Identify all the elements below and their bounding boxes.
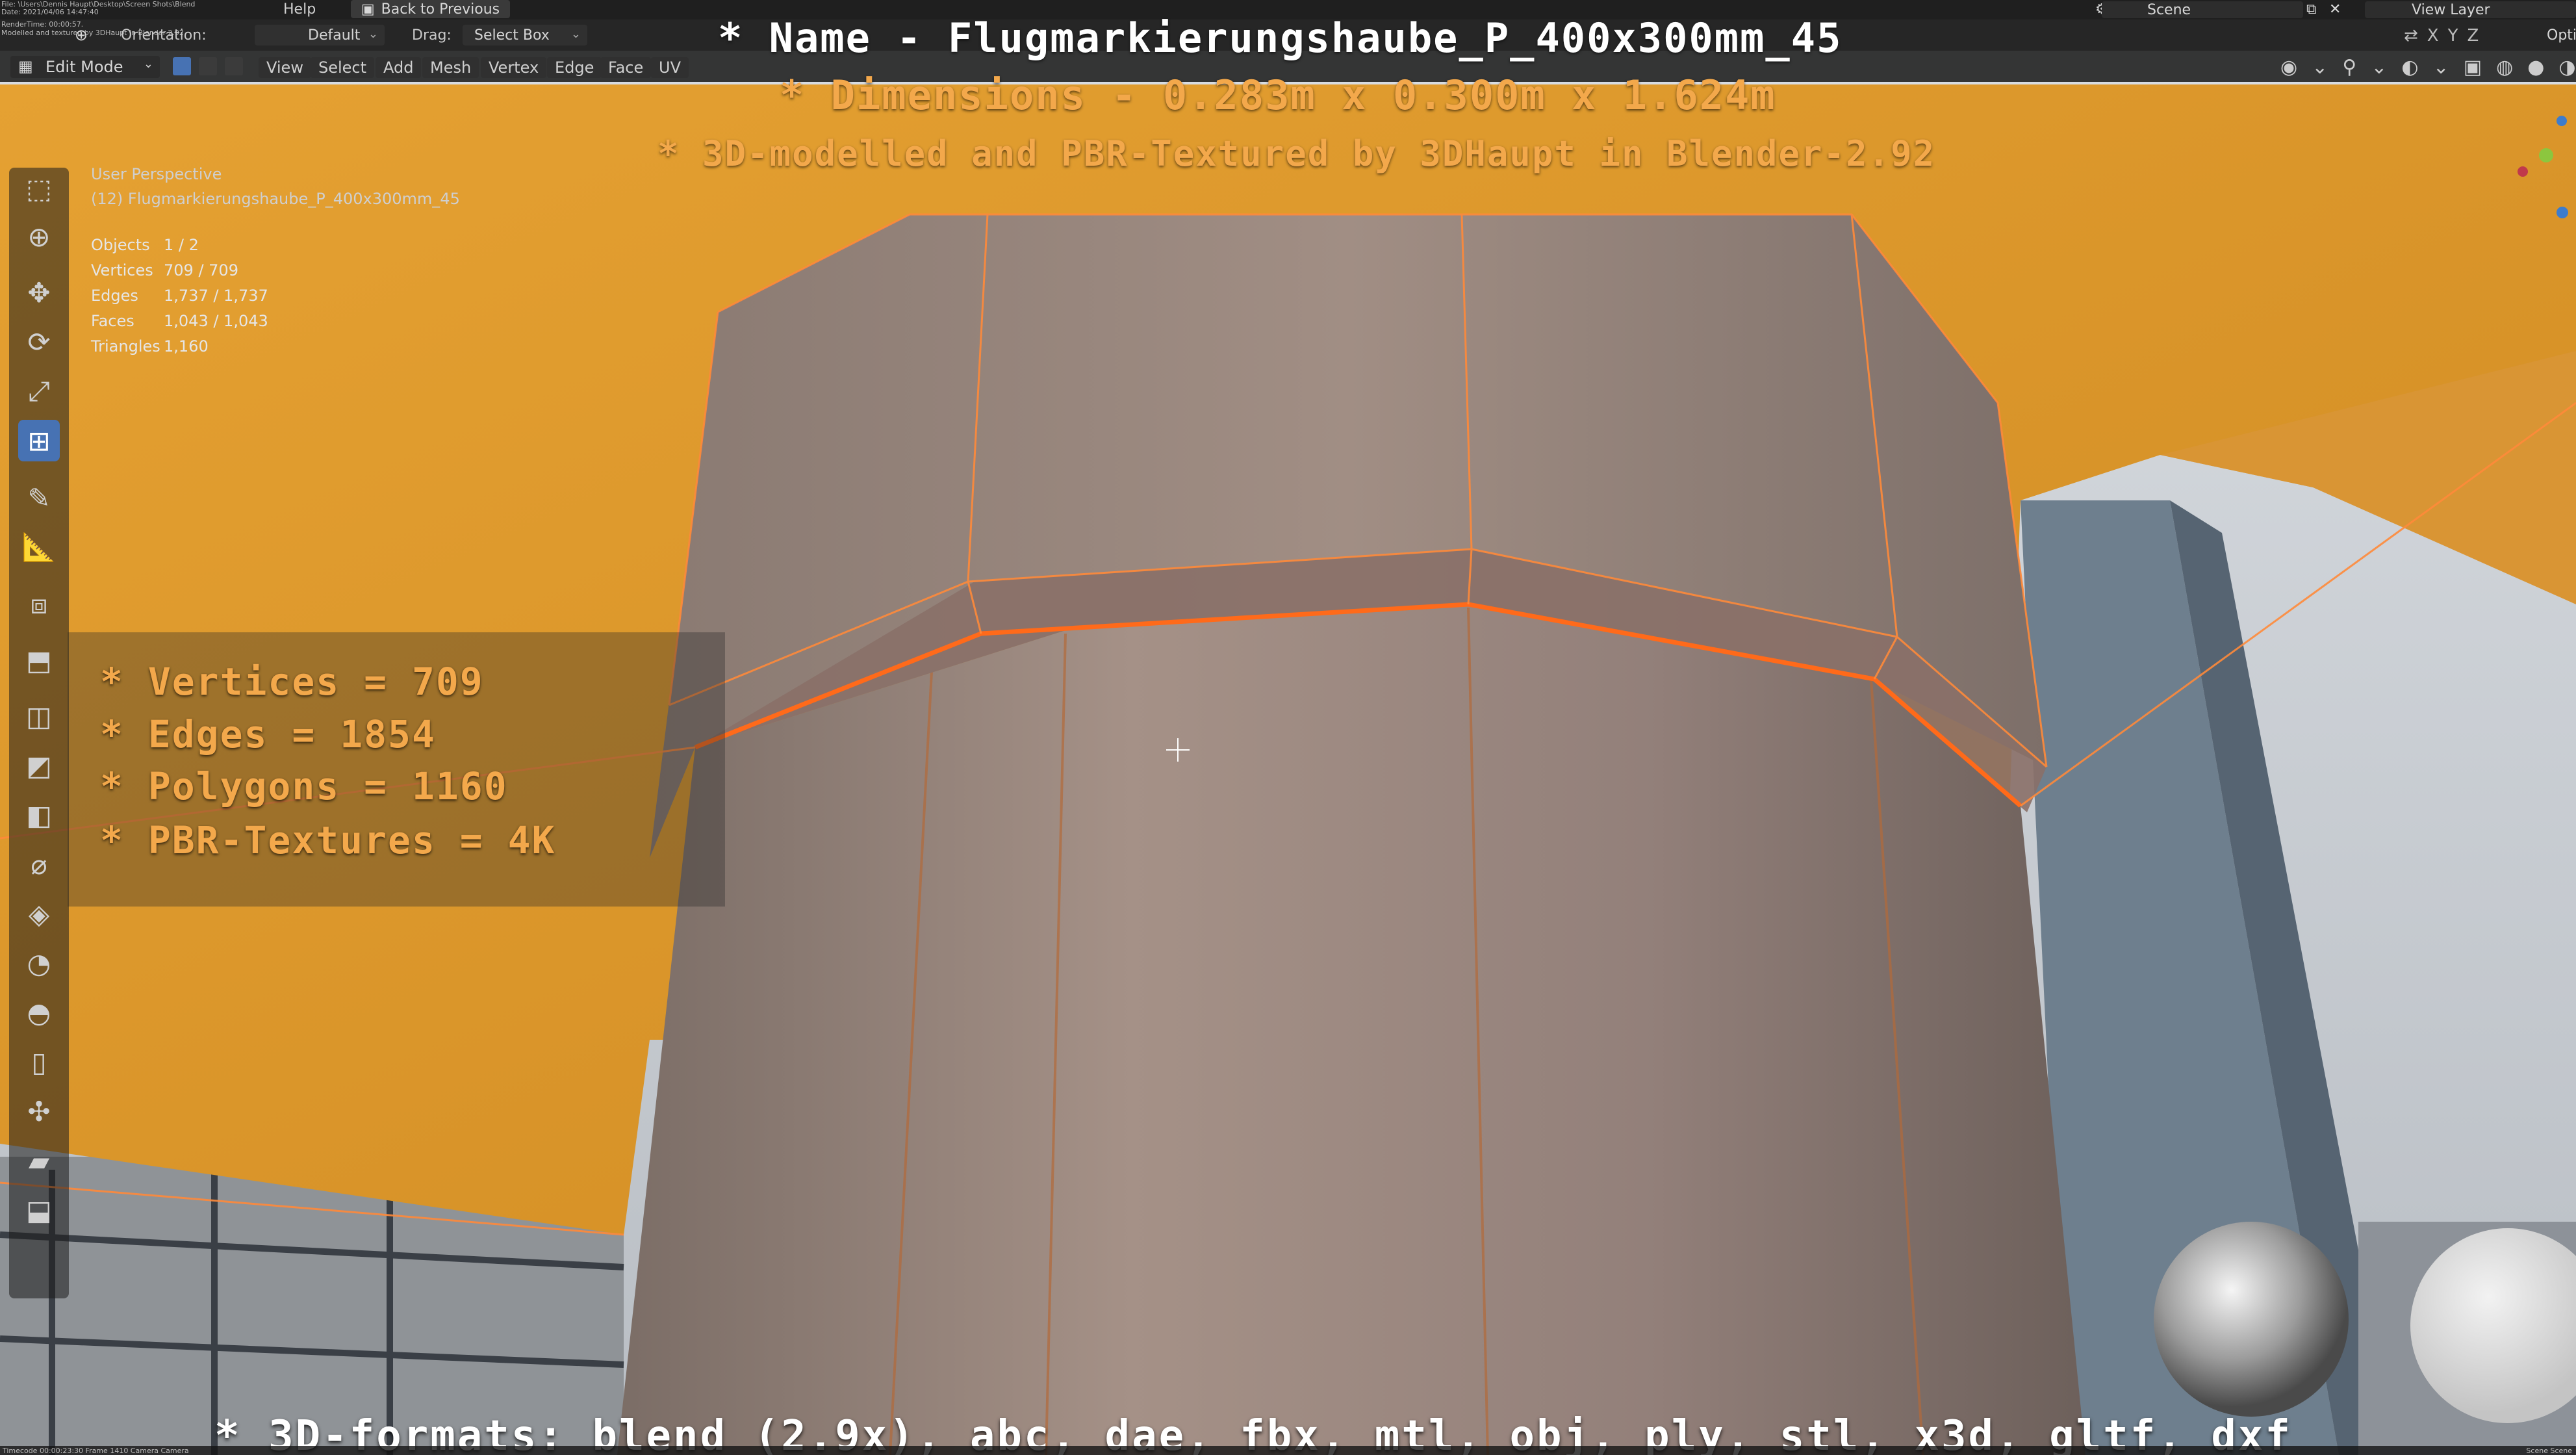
rip-icon[interactable]: ⬓ [18,1189,60,1231]
overlay-pbr-textures: * PBR-Textures = 4K [100,818,556,862]
status-strip: Timecode 00:00:23:30 Frame 1410 Camera C… [0,1446,2576,1455]
shear-icon[interactable]: ▰ [18,1140,60,1181]
knife-icon[interactable]: ⌀ [18,843,60,885]
overlay-credits-line: * 3D-modelled and PBR-Textured by 3DHaup… [657,133,1936,174]
edit-mode-icon: ▦ [18,57,33,75]
edit-mode-dropdown[interactable]: ▦ Edit Mode ⌄ [10,56,160,78]
orientation-label: Orientation: [121,27,207,44]
status-right: Scene Scene [2526,1447,2572,1455]
back-to-previous-label: Back to Previous [381,1,500,18]
3d-cursor-icon [1166,738,1190,762]
scale-icon[interactable]: ⤢ [18,370,60,412]
shrink-fatten-icon[interactable]: ✣ [18,1090,60,1132]
overlay-polygons: * Polygons = 1160 [100,764,508,808]
stat-faces: Faces 1,043 / 1,043 [91,312,268,330]
close-scene-icon[interactable]: ✕ [2329,1,2341,18]
edit-mode-label: Edit Mode [45,58,123,76]
drag-value: Select Box [474,27,550,44]
matcap-preview-sphere [2154,1222,2349,1417]
loop-cut-icon[interactable]: ◧ [18,794,60,836]
menu-edge[interactable]: Edge [547,57,602,78]
back-to-previous-button[interactable]: ▣ Back to Previous [351,0,510,18]
stat-vertices: Vertices 709 / 709 [91,261,238,279]
add-cube-icon[interactable]: ⧈ [18,584,60,625]
spin-icon[interactable]: ◔ [18,942,60,984]
stat-objects: Objects 1 / 2 [91,236,199,254]
face-select-mode-icon[interactable] [225,57,243,75]
cursor-icon[interactable]: ⊕ [18,216,60,257]
gizmo-blue-dot-icon[interactable] [2557,207,2568,218]
screen-icon: ▣ [361,1,375,18]
rotate-icon[interactable]: ⟳ [18,321,60,363]
menu-vertex[interactable]: Vertex [481,57,547,78]
bevel-icon[interactable]: ◩ [18,745,60,786]
chevron-down-icon: ⌄ [143,57,153,71]
chevron-down-icon: ⌄ [570,27,581,41]
chevron-down-icon: ⌄ [368,27,378,41]
vertex-select-mode-icon[interactable] [173,57,191,75]
stat-edges: Edges 1,737 / 1,737 [91,287,268,305]
overlay-name-line: * Name - Flugmarkierungshaube_P_400x300m… [718,14,1843,62]
poly-build-icon[interactable]: ◈ [18,893,60,934]
scene-selector[interactable]: Scene [2102,1,2303,18]
inset-icon[interactable]: ◫ [18,695,60,737]
file-info-line-2: Date: 2021/04/06 14:47:40 [1,8,99,16]
statistics-overlay: Objects 1 / 2 Vertices 709 / 709 Edges 1,73… [91,233,268,359]
gizmo-y-icon[interactable] [2539,148,2553,162]
viewport-shading-icons[interactable]: ◉⌄⚲⌄◐⌄▣◍●◑ [2280,56,2576,79]
3d-viewport[interactable]: ▦ Edit Mode ⌄ View Select Add Mesh Verte… [0,51,2576,1455]
gizmo-z-icon[interactable] [2557,116,2567,126]
edge-select-mode-icon[interactable] [199,57,217,75]
overlay-vertices: * Vertices = 709 [100,660,484,704]
measure-icon[interactable]: 📐 [18,526,60,568]
scene-label: Scene [2147,1,2191,18]
menu-help[interactable]: Help [283,1,316,18]
stat-triangles: Triangles 1,160 [91,337,209,355]
menu-uv[interactable]: UV [651,57,689,78]
orientation-value: Default [308,27,361,44]
view-layer-selector[interactable]: View Layer [2365,1,2576,18]
options-label[interactable]: Opti [2547,27,2576,44]
select-box-icon[interactable]: ⬚ [18,168,60,209]
menu-mesh[interactable]: Mesh [422,57,479,78]
tool-shelf: ⬚ ⊕ ✥ ⟳ ⤢ ⊞ ✎ 📐 ⧈ ⬒ ◫ ◩ ◧ ⌀ ◈ ◔ ◓ ▯ ✣ ▰ … [9,168,69,1298]
copy-scene-icon[interactable]: ⧉ [2306,1,2317,18]
view-layer-label: View Layer [2412,1,2490,18]
drag-label: Drag: [412,27,452,44]
drag-dropdown[interactable]: Select Box ⌄ [463,25,587,45]
axis-toggles[interactable]: ⇄XYZ [2404,26,2488,45]
menu-view[interactable]: View [259,57,311,78]
gizmo-x-icon[interactable] [2518,166,2528,177]
transform-orientation-icon[interactable]: ⊕ [75,26,88,44]
transform-icon[interactable]: ⊞ [18,420,60,461]
view-perspective-label: User Perspective [91,165,222,183]
status-left: Timecode 00:00:23:30 Frame 1410 Camera C… [3,1447,189,1455]
orientation-dropdown[interactable]: Default ⌄ [255,25,385,45]
menu-select[interactable]: Select [311,57,375,78]
overlay-dimensions-line: * Dimensions - 0.283m x 0.300m x 1.624m [780,71,1776,119]
active-object-label: (12) Flugmarkierungshaube_P_400x300mm_45 [91,190,460,208]
edge-slide-icon[interactable]: ▯ [18,1041,60,1083]
extrude-icon[interactable]: ⬒ [18,639,60,681]
overlay-stats-panel: * Vertices = 709 * Edges = 1854 * Polygo… [68,632,725,907]
menu-add[interactable]: Add [376,57,422,78]
menu-face[interactable]: Face [600,57,652,78]
overlay-edges: * Edges = 1854 [100,712,436,756]
file-info-line-3: RenderTime: 00:00:57. [1,20,84,29]
annotate-icon[interactable]: ✎ [18,477,60,519]
smooth-icon[interactable]: ◓ [18,992,60,1033]
move-icon[interactable]: ✥ [18,272,60,313]
